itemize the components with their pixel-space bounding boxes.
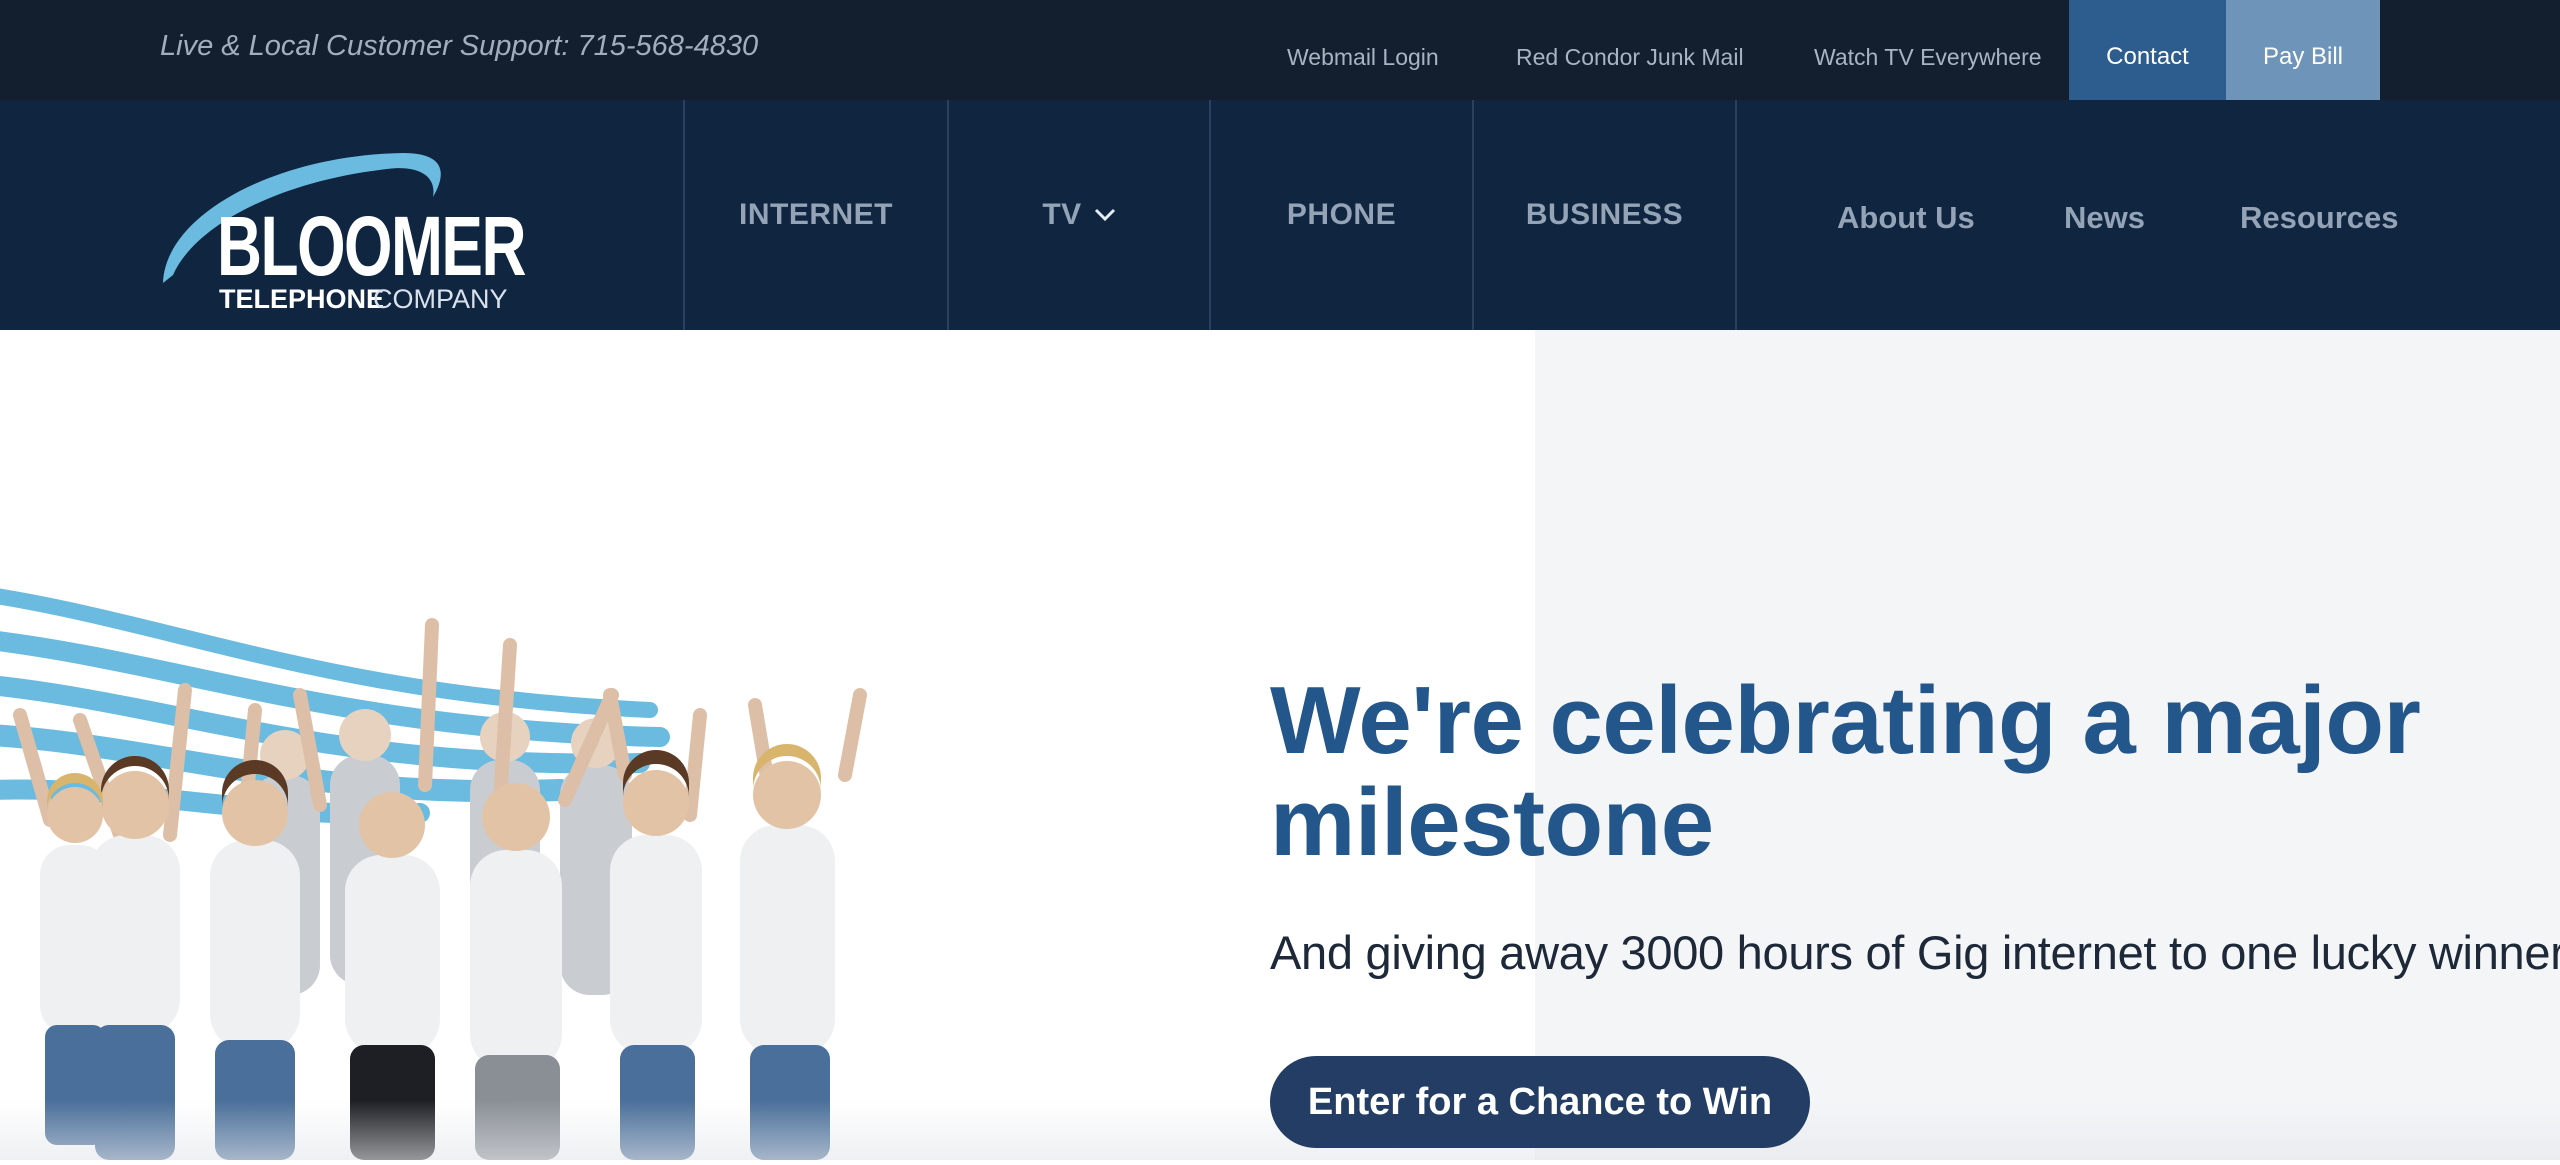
hero-subline: And giving away 3000 hours of Gig intern… (1270, 926, 2560, 979)
nav-item-tv-label: TV (1042, 198, 1082, 231)
main-navigation: BLOOMER TELEPHONE COMPANY INTERNET TV PH… (0, 100, 2560, 330)
nav-link-about-us[interactable]: About Us (1837, 100, 1975, 330)
hero-headline: We're celebrating a major milestone (1270, 667, 2421, 876)
pay-bill-button[interactable]: Pay Bill (2226, 0, 2380, 100)
enter-to-win-button[interactable]: Enter for a Chance to Win (1270, 1056, 1810, 1148)
hero-celebrating-people-image (0, 585, 880, 1160)
support-phone-text: Live & Local Customer Support: 715-568-4… (160, 30, 759, 62)
contact-button[interactable]: Contact (2069, 0, 2226, 100)
nav-item-phone[interactable]: PHONE (1211, 100, 1472, 330)
logo-tagline-light: COMPANY (373, 284, 508, 310)
nav-link-resources[interactable]: Resources (2240, 100, 2399, 330)
top-utility-bar: Live & Local Customer Support: 715-568-4… (0, 0, 2560, 100)
logo-tagline-bold: TELEPHONE (219, 284, 384, 310)
webmail-login-link[interactable]: Webmail Login (1287, 0, 1439, 100)
watch-tv-everywhere-link[interactable]: Watch TV Everywhere (1814, 0, 2042, 100)
nav-link-news[interactable]: News (2064, 100, 2145, 330)
red-condor-junk-mail-link[interactable]: Red Condor Junk Mail (1516, 0, 1744, 100)
bloomer-logo[interactable]: BLOOMER TELEPHONE COMPANY (155, 125, 535, 314)
nav-item-internet[interactable]: INTERNET (685, 100, 947, 330)
nav-item-tv[interactable]: TV (949, 100, 1209, 330)
nav-item-business[interactable]: BUSINESS (1474, 100, 1735, 330)
logo-name-text: BLOOMER (217, 199, 525, 293)
nav-divider (1735, 100, 1737, 330)
chevron-down-icon (1094, 98, 1116, 328)
logo-swoosh-icon: BLOOMER TELEPHONE COMPANY (163, 153, 527, 314)
